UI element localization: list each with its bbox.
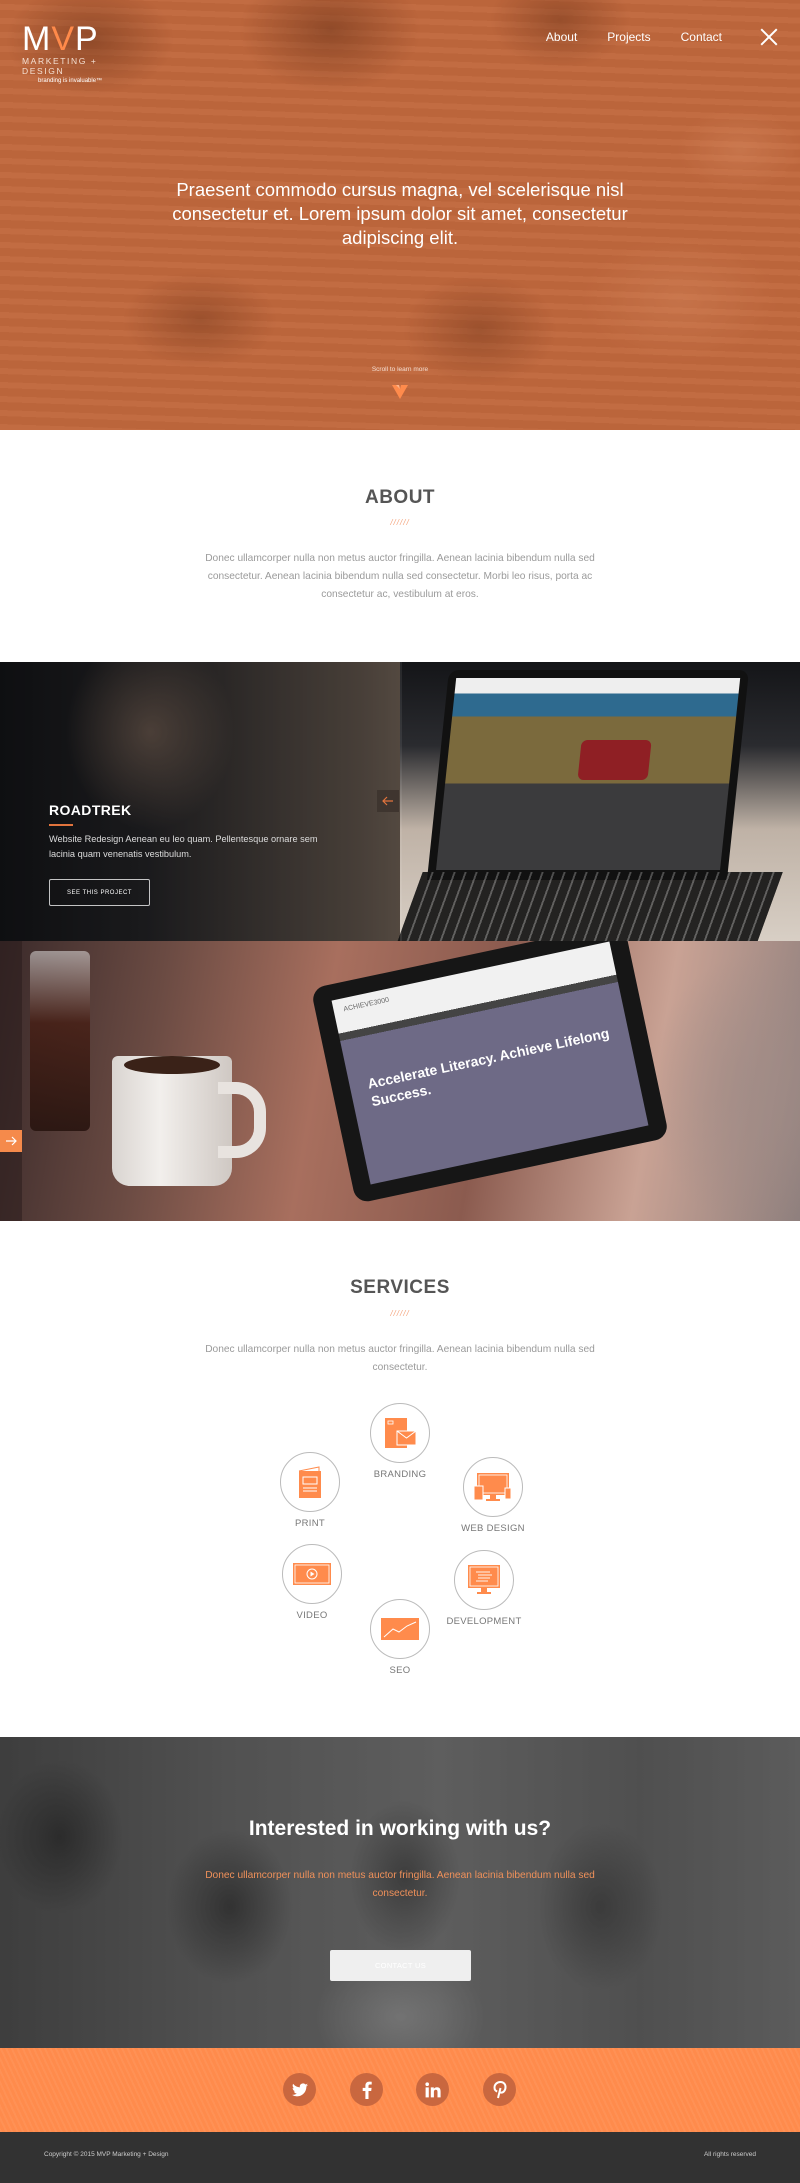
- footer-copyright: Copyright © 2015 MVP Marketing + Design: [44, 2151, 169, 2158]
- about-title: ABOUT: [364, 487, 436, 508]
- main-nav: About Projects Contact: [546, 28, 800, 46]
- arrow-right-icon: [6, 1136, 17, 1146]
- nav-link-projects[interactable]: Projects: [607, 30, 650, 44]
- service-label: WEB DESIGN: [461, 1523, 525, 1534]
- service-seo[interactable]: SEO: [340, 1599, 460, 1676]
- tablet-screen: ACHIEVE3000 Accelerate Literacy. Achieve…: [331, 941, 649, 1185]
- project-slide-roadtrek: ROADTREK Website Redesign Aenean eu leo …: [0, 662, 800, 941]
- branding-icon: [385, 1418, 417, 1448]
- nav-link-contact[interactable]: Contact: [681, 30, 722, 44]
- linkedin-icon: [424, 2081, 441, 2097]
- cta-section: Interested in working with us? Donec ull…: [0, 1737, 800, 2048]
- print-icon: [298, 1466, 321, 1498]
- nav-link-about[interactable]: About: [546, 30, 577, 44]
- laptop-image: [397, 662, 800, 941]
- tablet-headline: Accelerate Literacy. Achieve Lifelong Su…: [366, 1024, 611, 1110]
- footer: Copyright © 2015 MVP Marketing + Design …: [0, 2132, 800, 2183]
- coffee-mug-image: [112, 1056, 266, 1186]
- hero-headline: Praesent commodo cursus magna, vel scele…: [172, 179, 628, 248]
- tablet-brand: ACHIEVE3000: [343, 996, 390, 1014]
- service-print-circle[interactable]: [280, 1452, 340, 1512]
- project-title-underline: [49, 824, 73, 826]
- close-icon[interactable]: [760, 28, 778, 46]
- contact-us-button[interactable]: CONTACT US: [330, 1950, 471, 1981]
- slider-next-button[interactable]: [0, 1130, 22, 1152]
- service-development-circle[interactable]: [454, 1550, 514, 1610]
- tablet-image: ACHIEVE3000 Accelerate Literacy. Achieve…: [310, 941, 670, 1204]
- services-body: Donec ullamcorper nulla non metus auctor…: [205, 1344, 595, 1373]
- services-title: SERVICES: [350, 1277, 450, 1298]
- logo-mark: MVP: [22, 20, 99, 58]
- service-seo-circle[interactable]: [370, 1599, 430, 1659]
- facebook-icon: [362, 2081, 372, 2099]
- footer-rights: All rights reserved: [703, 2151, 756, 2158]
- linkedin-link[interactable]: [416, 2073, 449, 2106]
- video-icon: [293, 1563, 331, 1585]
- about-ornament: //////: [390, 518, 410, 527]
- cta-title: Interested in working with us?: [248, 1817, 552, 1840]
- slide-divider: [400, 662, 402, 941]
- social-bar: [0, 2048, 800, 2132]
- twitter-link[interactable]: [283, 2073, 316, 2106]
- facebook-link[interactable]: [350, 2073, 383, 2106]
- laptop-screen: [426, 670, 750, 880]
- project-description: Website Redesign Aenean eu leo quam. Pel…: [49, 834, 318, 859]
- chevron-down-icon[interactable]: [392, 385, 408, 399]
- logo[interactable]: MVP MARKETING + DESIGN branding is inval…: [22, 20, 142, 84]
- scroll-label[interactable]: Scroll to learn more: [0, 366, 800, 373]
- service-web-design[interactable]: WEB DESIGN: [433, 1457, 553, 1534]
- pinterest-link[interactable]: [483, 2073, 516, 2106]
- french-press-image: [30, 951, 90, 1131]
- web-design-icon: [473, 1473, 512, 1501]
- hero-section: MVP MARKETING + DESIGN branding is inval…: [0, 0, 800, 430]
- service-branding-circle[interactable]: [370, 1403, 430, 1463]
- van-image: [577, 740, 652, 780]
- service-video-circle[interactable]: [282, 1544, 342, 1604]
- seo-icon: [381, 1618, 419, 1640]
- service-label: SEO: [389, 1665, 411, 1676]
- about-body: Donec ullamcorper nulla non metus auctor…: [205, 553, 595, 600]
- service-print[interactable]: PRINT: [250, 1452, 370, 1529]
- slider-prev-button[interactable]: [377, 790, 399, 812]
- project-title: ROADTREK: [49, 802, 132, 818]
- slide-left-bar: [0, 941, 22, 1221]
- twitter-icon: [291, 2082, 308, 2096]
- arrow-left-icon: [382, 796, 393, 806]
- project-slide-achieve: ACHIEVE3000 Accelerate Literacy. Achieve…: [0, 941, 800, 1221]
- cta-body: Donec ullamcorper nulla non metus auctor…: [205, 1870, 595, 1899]
- laptop-keyboard: [397, 872, 783, 941]
- service-web-design-circle[interactable]: [463, 1457, 523, 1517]
- development-icon: [468, 1565, 500, 1594]
- logo-tagline: branding is invaluable™: [38, 78, 103, 84]
- see-project-button[interactable]: SEE THIS PROJECT: [49, 879, 150, 906]
- logo-subtitle: MARKETING + DESIGN: [22, 56, 98, 76]
- pinterest-icon: [492, 2080, 507, 2098]
- service-label: PRINT: [295, 1518, 325, 1529]
- services-ornament: //////: [390, 1309, 410, 1318]
